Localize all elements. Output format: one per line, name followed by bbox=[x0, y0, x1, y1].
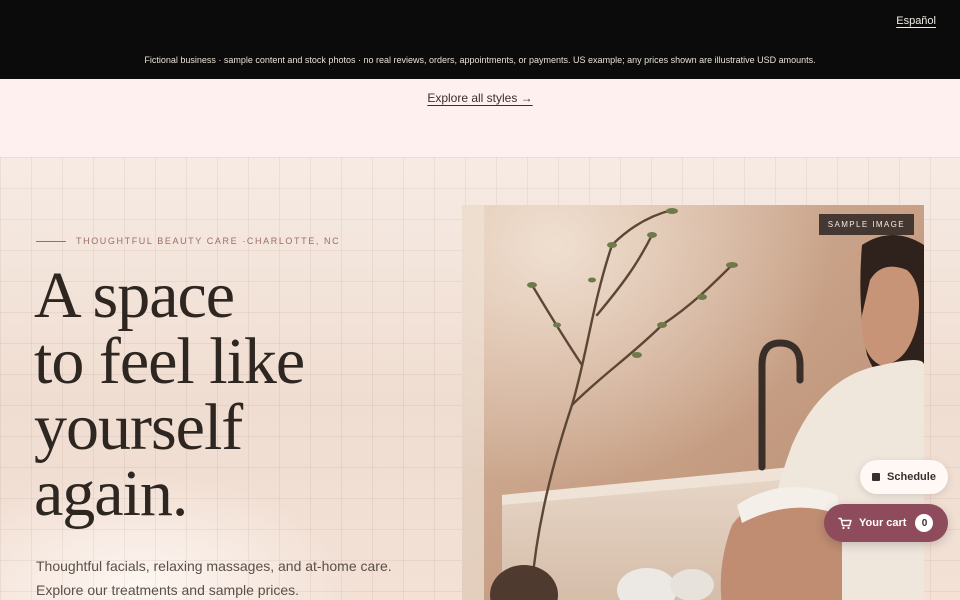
explore-all-styles-link[interactable]: Explore all styles → bbox=[427, 91, 532, 105]
disclaimer-text: Fictional business · sample content and … bbox=[144, 55, 816, 65]
schedule-icon bbox=[872, 473, 881, 481]
lede-line: Thoughtful facials, relaxing massages, a… bbox=[36, 558, 392, 574]
explore-strip: Explore all styles → bbox=[0, 79, 960, 157]
schedule-label: Schedule bbox=[887, 471, 936, 483]
eyebrow-text: THOUGHTFUL BEAUTY CARE ·CHARLOTTE, NC bbox=[76, 236, 341, 246]
eyebrow-rule bbox=[36, 240, 66, 242]
cart-icon bbox=[838, 517, 852, 530]
hero-headline: A space to feel like yourself again. bbox=[34, 263, 454, 527]
lede-line: Explore our treatments and sample prices… bbox=[36, 582, 300, 598]
language-switch-link[interactable]: Español bbox=[896, 15, 936, 27]
cart-button[interactable]: Your cart 0 bbox=[824, 504, 948, 542]
headline-line: A space bbox=[34, 259, 235, 332]
headline-line: yourself bbox=[34, 391, 243, 464]
hero-lede: Thoughtful facials, relaxing massages, a… bbox=[36, 554, 436, 600]
top-bar: Español Fictional business · sample cont… bbox=[0, 0, 960, 79]
schedule-button[interactable]: Schedule bbox=[860, 460, 948, 494]
explore-link-wrapper: Explore all styles → bbox=[0, 91, 960, 105]
hero-section: THOUGHTFUL BEAUTY CARE ·CHARLOTTE, NC A … bbox=[0, 157, 960, 600]
cart-label: Your cart bbox=[859, 517, 907, 529]
headline-line: to feel like bbox=[34, 325, 305, 398]
headline-line: again. bbox=[34, 457, 188, 530]
hero-eyebrow: THOUGHTFUL BEAUTY CARE ·CHARLOTTE, NC bbox=[36, 236, 340, 246]
cart-count-badge: 0 bbox=[915, 514, 934, 532]
sample-image-tag: SAMPLE IMAGE bbox=[818, 214, 914, 235]
